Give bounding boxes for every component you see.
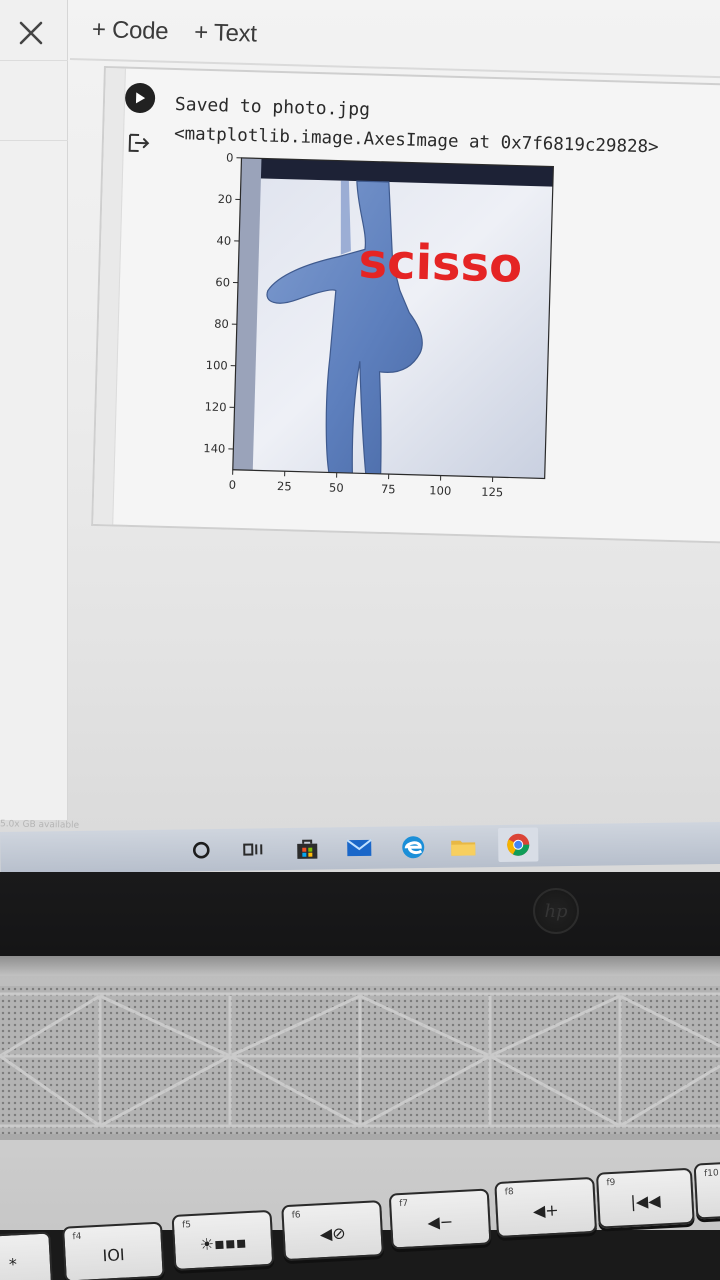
- file-explorer-icon[interactable]: [448, 831, 478, 861]
- fkey-f6[interactable]: f6 ◀⊘: [281, 1200, 384, 1262]
- add-text-label: + Text: [193, 18, 258, 48]
- y-tick-label: 20: [217, 192, 232, 206]
- close-button[interactable]: [14, 16, 48, 50]
- fkey-icon: ◀+: [532, 1200, 560, 1221]
- output-arrow-icon[interactable]: [126, 131, 153, 156]
- fkey-label: f9: [606, 1177, 616, 1189]
- y-tick-label: 100: [206, 358, 228, 373]
- play-icon: [135, 92, 146, 104]
- taskbar-icons: [0, 822, 720, 872]
- laptop-hinge: [0, 956, 720, 978]
- chrome-icon[interactable]: [497, 827, 539, 863]
- fkey-f8[interactable]: f8 ◀+: [494, 1176, 598, 1239]
- x-tick-label: 125: [481, 485, 503, 500]
- fkey-label: f7: [399, 1198, 409, 1210]
- cell-gutter: [93, 68, 126, 525]
- fkey-label: f8: [504, 1187, 514, 1198]
- fkey-icon: IOI: [102, 1245, 126, 1266]
- x-tick-label: 50: [329, 480, 344, 494]
- mail-icon[interactable]: [344, 833, 374, 863]
- fkey-label: f6: [291, 1210, 301, 1221]
- x-tick-label: 75: [381, 482, 396, 496]
- prediction-label: scisso: [358, 233, 523, 294]
- fkey-f9[interactable]: f9 |◀◀: [595, 1167, 695, 1229]
- close-icon: [19, 21, 43, 45]
- cortana-icon[interactable]: [186, 835, 216, 865]
- fkey-f7[interactable]: f7 ◀−: [388, 1188, 492, 1250]
- add-code-button[interactable]: + Code: [92, 16, 169, 46]
- y-tick-label: 80: [214, 317, 229, 331]
- fkey-f5[interactable]: f5 ☀▪▪▪: [171, 1209, 275, 1271]
- notebook-code-cell[interactable]: Saved to photo.jpg <matplotlib.image.Axe…: [91, 66, 720, 544]
- laptop-screen: + Code + Text Saved to photo.jpg <matplo…: [0, 0, 720, 872]
- left-side-panel: [0, 0, 68, 820]
- panel-divider: [0, 60, 68, 61]
- plot-svg: scisso 0 20 40 60 80 100 120 140 0 25 50 75 100 125: [203, 150, 554, 500]
- run-cell-button[interactable]: [124, 82, 156, 114]
- task-view-icon[interactable]: [238, 834, 268, 864]
- fkey-label: f4: [72, 1231, 82, 1243]
- x-tick-label: 25: [277, 479, 292, 493]
- fkey-brightness-down[interactable]: *: [0, 1231, 54, 1280]
- fkey-f10[interactable]: f10: [693, 1161, 720, 1220]
- x-tick-label: 100: [429, 483, 451, 498]
- speaker-edge: [0, 1134, 720, 1140]
- windows-taskbar: [0, 821, 720, 872]
- output-line-axesimage: <matplotlib.image.AxesImage at 0x7f6819c…: [173, 123, 659, 158]
- notebook-toolbar: + Code + Text: [91, 10, 257, 55]
- plot-image: scisso: [232, 157, 554, 479]
- disk-space-note: 5.0x GB available: [0, 819, 80, 831]
- fkey-label: f10: [703, 1168, 720, 1180]
- panel-divider: [0, 140, 68, 141]
- svg-text:hp: hp: [544, 901, 568, 922]
- y-tick-label: 0: [226, 150, 234, 164]
- y-tick-label: 140: [203, 441, 225, 456]
- y-tick-label: 120: [204, 400, 226, 415]
- add-text-button[interactable]: + Text: [194, 19, 257, 49]
- fkey-icon: *: [8, 1254, 18, 1275]
- edge-icon[interactable]: [398, 832, 428, 862]
- store-icon[interactable]: [292, 834, 322, 864]
- x-tick-label: 0: [228, 478, 236, 492]
- fkey-icon: ☀▪▪▪: [199, 1232, 248, 1255]
- speaker-pattern: [0, 992, 720, 1128]
- fkey-label: f5: [181, 1220, 192, 1231]
- output-line-saved: Saved to photo.jpg: [174, 94, 371, 121]
- y-tick-label: 60: [215, 275, 230, 289]
- add-code-label: + Code: [91, 16, 169, 46]
- laptop-bezel: [0, 872, 720, 968]
- fkey-icon: |◀◀: [630, 1191, 661, 1212]
- matplotlib-image-plot: scisso 0 20 40 60 80 100 120 140 0 25 50 75 100 125: [180, 150, 554, 516]
- fkey-icon: ◀⊘: [319, 1223, 347, 1244]
- fkey-icon: ◀−: [426, 1211, 454, 1233]
- hp-logo-icon: hp: [533, 888, 579, 934]
- y-tick-label: 40: [216, 233, 231, 247]
- fkey-f4[interactable]: f4 IOI: [62, 1221, 165, 1280]
